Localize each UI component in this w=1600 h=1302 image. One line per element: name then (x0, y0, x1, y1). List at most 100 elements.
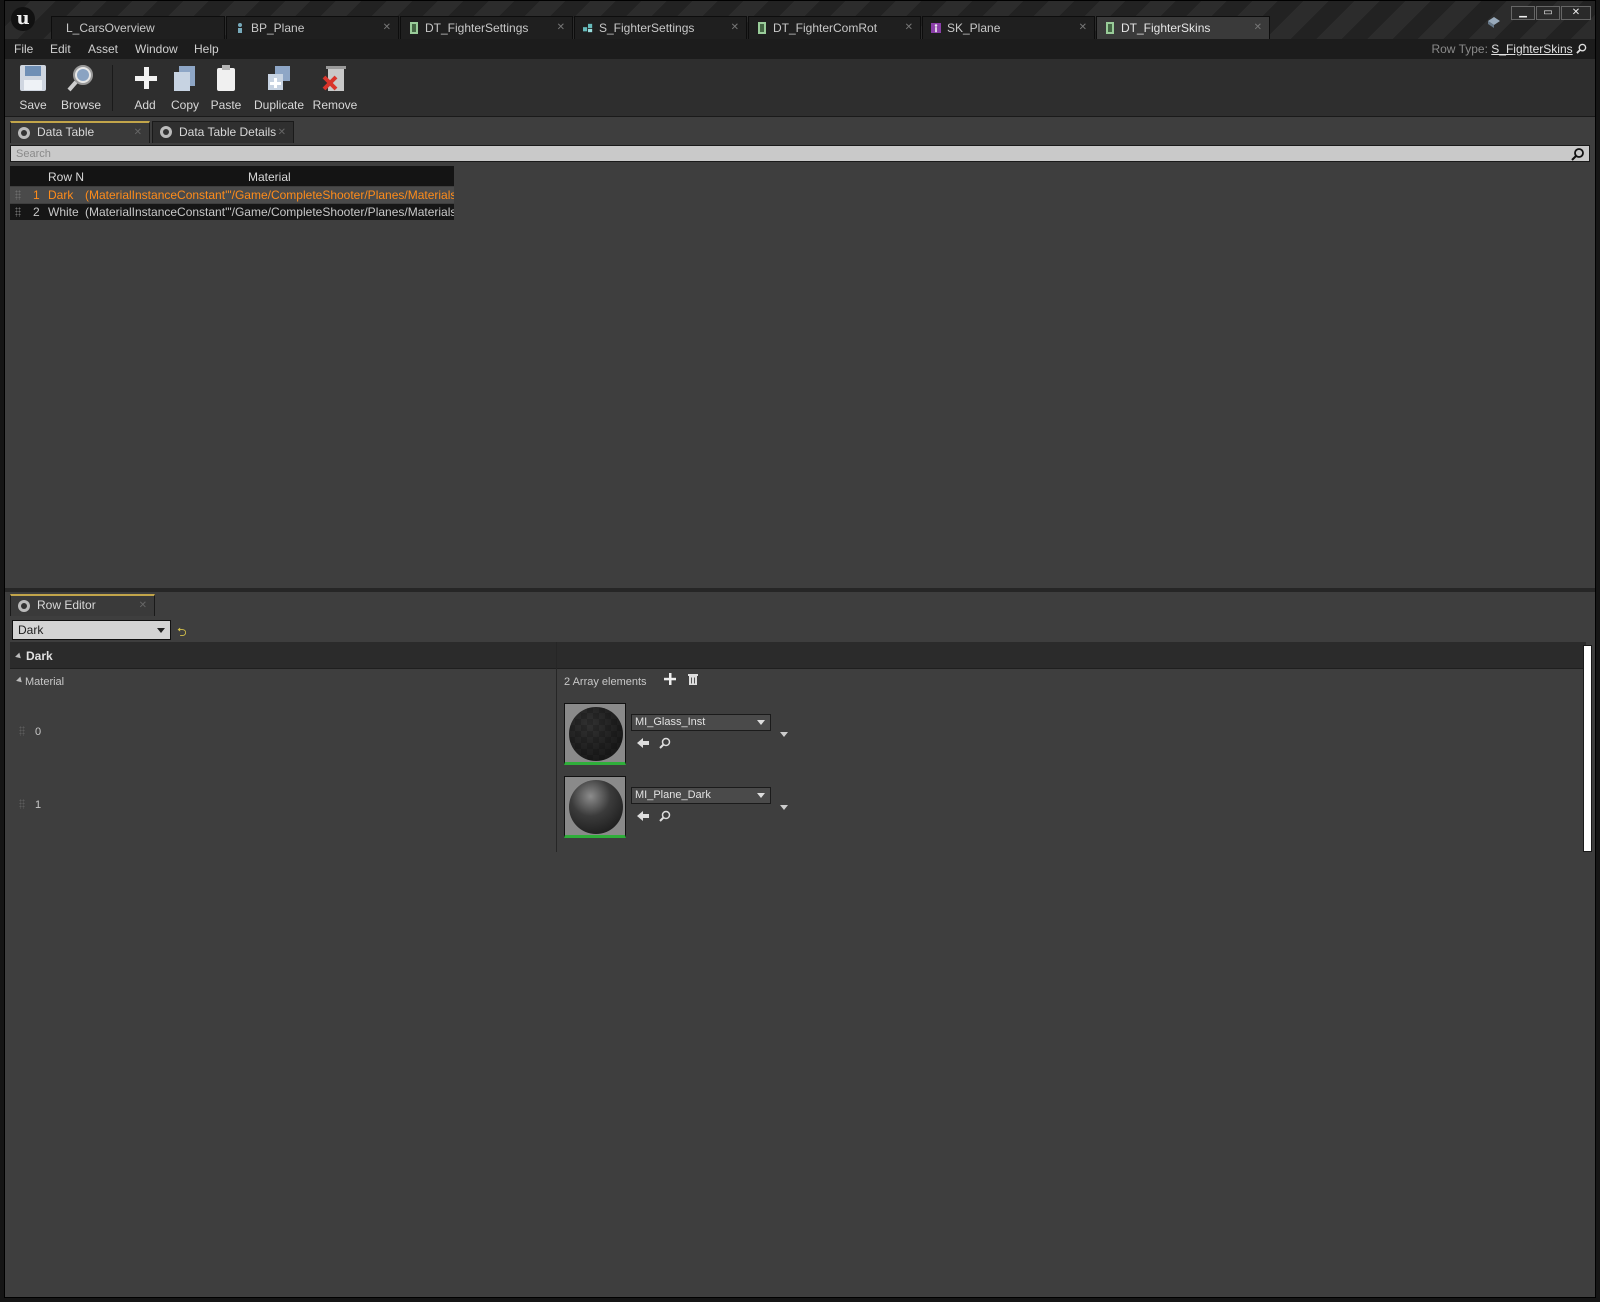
material-preview (569, 707, 623, 761)
blueprint-icon (238, 23, 242, 33)
menu-file[interactable]: File (14, 42, 33, 56)
duplicate-icon (268, 66, 290, 90)
row-type-label: Row Type: (1431, 42, 1488, 56)
close-window-button[interactable]: ✕ (1561, 6, 1591, 20)
row-material: (MaterialInstanceConstant'"/Game/Complet… (85, 205, 454, 219)
add-row-button[interactable]: Add (131, 63, 159, 112)
copy-button[interactable]: Copy (169, 63, 201, 112)
grid-header: Row N Material (10, 166, 454, 186)
tab-label: SK_Plane (947, 21, 1001, 35)
chevron-down-icon[interactable] (780, 732, 788, 737)
drag-handle-icon[interactable] (15, 207, 21, 217)
tab-dt-fightercomrot[interactable]: DT_FighterComRot ✕ (748, 16, 921, 39)
browse-icon[interactable] (1576, 43, 1587, 54)
close-icon[interactable]: ✕ (1254, 17, 1262, 39)
table-row[interactable]: 1 Dark (MaterialInstanceConstant'"/Game/… (10, 187, 454, 203)
row-selector-value: Dark (18, 623, 44, 637)
tab-l-carsoverview[interactable]: L_CarsOverview (51, 16, 225, 39)
asset-picker[interactable]: MI_Glass_Inst (631, 714, 771, 731)
arrow-left-icon[interactable] (637, 737, 649, 749)
column-divider[interactable] (556, 642, 557, 852)
details-icon (18, 127, 30, 139)
editor-window: u L_CarsOverview BP_Plane ✕ DT_FighterSe… (4, 0, 1596, 1298)
tab-data-table-details-label: Data Table Details (179, 125, 277, 139)
search-icon[interactable] (1571, 147, 1585, 161)
close-icon[interactable]: ✕ (383, 17, 391, 39)
reset-to-default-icon[interactable]: ⮌ (177, 623, 187, 644)
arrow-left-icon[interactable] (637, 810, 649, 822)
element-index: 0 (35, 726, 42, 738)
drag-handle-icon[interactable] (19, 799, 25, 809)
close-icon[interactable]: ✕ (557, 17, 565, 39)
tab-label: DT_FighterComRot (773, 21, 878, 35)
tab-dt-fightersettings[interactable]: DT_FighterSettings ✕ (400, 16, 573, 39)
close-icon[interactable]: ✕ (134, 123, 142, 142)
remove-label: Remove (312, 98, 358, 112)
chevron-down-icon (157, 628, 165, 633)
toolbar: Save Browse Add Copy Paste Duplicate Rem… (5, 59, 1595, 117)
tab-row-editor-label: Row Editor (37, 598, 96, 612)
row-selector-dropdown[interactable]: Dark (12, 620, 171, 640)
tab-dt-fighterskins[interactable]: DT_FighterSkins ✕ (1096, 16, 1270, 39)
duplicate-button[interactable]: Duplicate (252, 63, 306, 112)
search-icon[interactable] (659, 810, 671, 822)
array-count: 2 Array elements (564, 676, 647, 688)
unreal-logo-icon[interactable]: u (11, 7, 35, 31)
maximize-button[interactable]: ▭ (1536, 6, 1560, 20)
chevron-down-icon (757, 793, 765, 798)
minimize-button[interactable]: ▁ (1511, 6, 1535, 20)
close-icon[interactable]: ✕ (905, 17, 913, 39)
remove-button[interactable]: Remove (312, 63, 358, 112)
panel-splitter[interactable] (5, 588, 1595, 592)
search-input[interactable] (11, 146, 1589, 162)
tab-row-editor[interactable]: Row Editor ✕ (10, 594, 155, 616)
add-element-icon[interactable] (664, 673, 676, 685)
asset-picker[interactable]: MI_Plane_Dark (631, 787, 771, 804)
close-icon[interactable]: ✕ (139, 596, 147, 615)
tab-s-fightersettings[interactable]: S_FighterSettings ✕ (574, 16, 747, 39)
trash-icon[interactable] (687, 673, 699, 685)
data-table-icon (758, 22, 766, 34)
browse-button[interactable]: Browse (59, 63, 103, 112)
close-icon[interactable]: ✕ (1079, 17, 1087, 39)
menu-asset[interactable]: Asset (88, 42, 118, 56)
menu-window[interactable]: Window (135, 42, 178, 56)
paste-button[interactable]: Paste (209, 63, 243, 112)
save-button[interactable]: Save (17, 63, 49, 112)
content-browser-icon[interactable] (1486, 15, 1502, 29)
scrollbar[interactable] (1583, 645, 1592, 852)
asset-thumbnail[interactable] (564, 776, 626, 838)
expand-arrow-icon[interactable] (15, 652, 23, 661)
row-material: (MaterialInstanceConstant'"/Game/Complet… (85, 188, 454, 202)
table-row[interactable]: 2 White (MaterialInstanceConstant'"/Game… (10, 204, 454, 220)
column-header-row-name[interactable]: Row N (48, 170, 84, 184)
menu-help[interactable]: Help (194, 42, 219, 56)
menu-edit[interactable]: Edit (50, 42, 71, 56)
close-icon[interactable]: ✕ (731, 17, 739, 39)
chevron-down-icon[interactable] (780, 805, 788, 810)
row-type-link[interactable]: S_FighterSkins (1491, 42, 1572, 56)
asset-thumbnail[interactable] (564, 703, 626, 765)
tab-data-table-details[interactable]: Data Table Details ✕ (152, 121, 294, 143)
asset-name: MI_Plane_Dark (635, 789, 711, 801)
data-table-icon (410, 22, 418, 34)
tab-sk-plane[interactable]: SK_Plane ✕ (922, 16, 1095, 39)
browse-label: Browse (60, 98, 101, 112)
save-icon (20, 65, 46, 91)
drag-handle-icon[interactable] (19, 726, 25, 736)
tab-bp-plane[interactable]: BP_Plane ✕ (226, 16, 399, 39)
close-icon[interactable]: ✕ (278, 122, 286, 143)
search-icon[interactable] (659, 737, 671, 749)
category-header[interactable]: Dark (10, 642, 1586, 669)
row-index: 2 (33, 205, 40, 219)
property-label-material: Material (25, 676, 65, 688)
title-bar: u L_CarsOverview BP_Plane ✕ DT_FighterSe… (5, 1, 1595, 39)
asset-name: MI_Glass_Inst (635, 716, 706, 728)
tab-data-table[interactable]: Data Table ✕ (10, 121, 150, 143)
copy-icon (174, 66, 195, 91)
drag-handle-icon[interactable] (15, 190, 21, 200)
expand-arrow-icon[interactable] (16, 676, 24, 685)
column-header-material[interactable]: Material (248, 170, 291, 184)
row-name: White (48, 205, 79, 219)
element-index: 1 (35, 799, 42, 811)
